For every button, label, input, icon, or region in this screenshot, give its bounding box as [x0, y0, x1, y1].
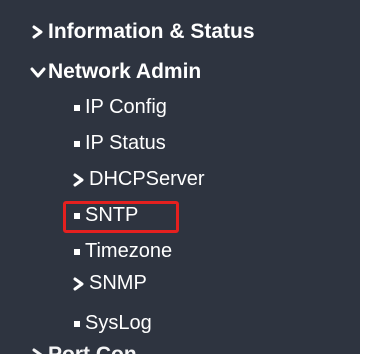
submenu-item-label: IP Config [85, 96, 167, 118]
submenu-item-label: DHCPServer [89, 168, 205, 190]
submenu-item-snmp[interactable]: SNMP [71, 272, 147, 295]
submenu-item-label: Timezone [85, 240, 173, 262]
chevron-right-icon [71, 276, 87, 292]
submenu-item-timezone[interactable]: Timezone [74, 240, 172, 263]
submenu-item-sntp[interactable]: SNTP [74, 204, 138, 227]
bullet-icon [74, 104, 80, 111]
chevron-down-icon [30, 64, 46, 80]
menu-item-port-config[interactable]: Port Con... [30, 343, 154, 354]
submenu-item-label: SysLog [85, 312, 152, 334]
submenu-item-ip-config[interactable]: IP Config [74, 96, 167, 119]
menu-item-information-status[interactable]: Information & Status [30, 20, 255, 44]
chevron-right-icon [30, 24, 46, 40]
submenu-item-dhcpserver[interactable]: DHCPServer [71, 168, 205, 191]
chevron-right-icon [30, 347, 46, 354]
navigation-menu: Information & Status Network Admin IP Co… [0, 0, 360, 354]
submenu-item-syslog[interactable]: SysLog [74, 312, 152, 335]
menu-item-network-admin[interactable]: Network Admin [30, 60, 201, 84]
submenu-item-label: IP Status [85, 132, 166, 154]
menu-item-label: Information & Status [48, 20, 255, 43]
submenu-item-ip-status[interactable]: IP Status [74, 132, 166, 155]
bullet-icon [74, 212, 80, 219]
bullet-icon [74, 140, 80, 147]
menu-item-label: Network Admin [48, 60, 202, 83]
bullet-icon [74, 248, 80, 255]
bullet-icon [74, 320, 80, 327]
menu-item-label: Port Con... [48, 343, 154, 354]
submenu-item-label: SNTP [85, 204, 139, 226]
chevron-right-icon [71, 172, 87, 188]
submenu-item-label: SNMP [89, 272, 147, 294]
